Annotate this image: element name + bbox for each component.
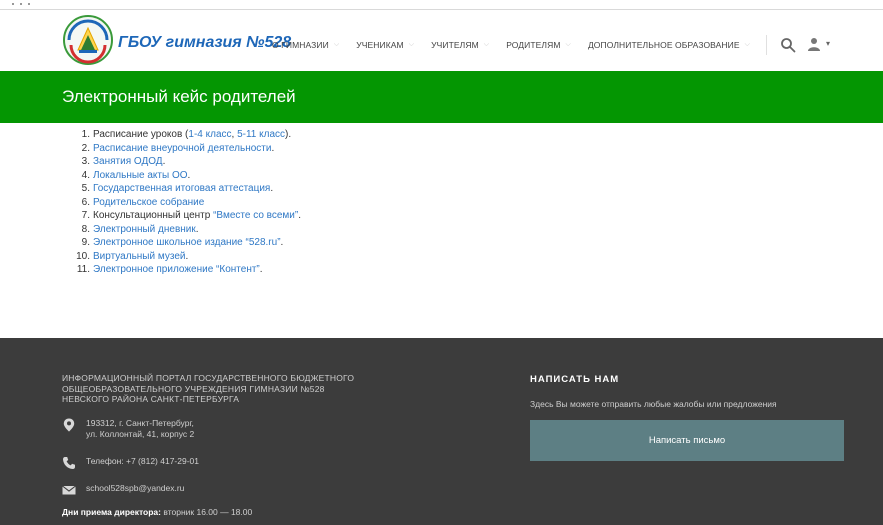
list-item-number: 3. xyxy=(81,156,90,167)
org-name-line: Информационный портал государственного б… xyxy=(62,373,355,383)
link-local-acts[interactable]: Локальные акты ОО xyxy=(93,170,188,181)
list-item: 1. Расписание уроков (1-4 класс, 5-11 кла… xyxy=(70,128,301,142)
parents-case-list: 1. Расписание уроков (1-4 класс, 5-11 кла… xyxy=(70,128,301,277)
main-content: 1. Расписание уроков (1-4 класс, 5-11 кла… xyxy=(0,123,883,338)
nav-item-teachers[interactable]: Учителям ⌵ xyxy=(431,40,489,50)
list-item-text: . xyxy=(187,169,191,181)
list-item: 5. Государственная итоговая аттестация. xyxy=(70,182,301,196)
link-schedule-1-4[interactable]: 1-4 класс xyxy=(188,129,231,140)
director-hours: Дни приема директора: вторник 16.00 — 18… xyxy=(62,507,252,517)
search-icon[interactable] xyxy=(780,37,796,53)
list-item: 9. Электронное школьное издание “528.ru”. xyxy=(70,236,301,250)
link-content-app[interactable]: Электронное приложение “Контент” xyxy=(93,264,260,275)
user-menu-chevron-icon[interactable]: ▾ xyxy=(826,39,830,48)
map-marker-icon xyxy=(63,418,75,432)
user-icon[interactable] xyxy=(807,37,821,51)
link-virtual-museum[interactable]: Виртуальный музей xyxy=(93,251,185,262)
list-item-text: . xyxy=(259,264,263,275)
list-item-number: 7. xyxy=(81,210,90,221)
page-title-banner: Электронный кейс родителей xyxy=(0,71,883,123)
org-name-line: Невского района Санкт-Петербурга xyxy=(62,394,240,404)
list-item-text: . xyxy=(280,237,284,248)
list-item-text: Расписание уроков ( xyxy=(93,129,189,140)
main-nav: О гимназии ⌵ Ученикам ⌵ Учителям ⌵ Родителя… xyxy=(272,38,767,52)
address-line: ул. Коллонтай, 41, корпус 2 xyxy=(86,429,195,439)
strip-dot xyxy=(28,3,30,5)
nav-item-label: Учителям xyxy=(431,40,479,50)
list-item: 3. Занятия ОДОД. xyxy=(70,155,301,169)
email-link[interactable]: school528spb@yandex.ru xyxy=(86,483,184,494)
address-text: 193312, г. Санкт-Петербург, ул. Коллонта… xyxy=(86,418,194,440)
nav-item-label: Ученикам xyxy=(356,40,404,50)
site-footer: Информационный портал государственного б… xyxy=(0,338,883,525)
link-consulting-center[interactable]: “Вместе со всеми” xyxy=(213,210,298,221)
list-item-number: 1. xyxy=(81,129,90,140)
write-us-heading: Написать нам xyxy=(530,374,620,385)
nav-item-about[interactable]: О гимназии ⌵ xyxy=(272,40,339,50)
list-item-text: . xyxy=(270,183,274,194)
list-item-text: . xyxy=(185,250,189,262)
address-line: 193312, г. Санкт-Петербург, xyxy=(86,418,194,428)
list-item: 2. Расписание внеурочной деятельности. xyxy=(70,142,301,156)
chevron-down-icon: ⌵ xyxy=(744,41,751,48)
list-item-text: . xyxy=(195,223,199,235)
list-item-text: . xyxy=(298,210,301,221)
hours-label: Дни приема директора: xyxy=(62,507,161,517)
list-item: 6. Родительское собрание xyxy=(70,196,301,210)
footer-email: school528spb@yandex.ru xyxy=(62,483,184,497)
list-item-text: . xyxy=(271,142,275,154)
list-item: 7. Консультационный центр “Вместе со всем… xyxy=(70,209,301,223)
strip-dot xyxy=(20,3,22,5)
nav-item-parents[interactable]: Родителям ⌵ xyxy=(506,40,571,50)
link-electronic-diary[interactable]: Электронный дневник xyxy=(93,224,196,235)
write-us-description: Здесь Вы можете отправить любые жалобы и… xyxy=(530,399,777,409)
chevron-down-icon: ⌵ xyxy=(565,41,571,48)
list-item-number: 11. xyxy=(76,264,90,275)
nav-item-label: Дополнительное образование xyxy=(587,40,740,50)
chevron-down-icon: ⌵ xyxy=(408,41,415,48)
nav-item-extra-education[interactable]: Дополнительное образование ⌵ xyxy=(588,40,750,50)
link-odod-classes[interactable]: Занятия ОДОД xyxy=(93,156,163,167)
footer-phone: Телефон: +7 (812) 417-29-01 xyxy=(62,456,199,470)
list-item-text: ). xyxy=(285,129,292,140)
list-item: 11. Электронное приложение “Контент”. xyxy=(70,263,301,277)
link-school-publication[interactable]: Электронное школьное издание “528.ru” xyxy=(93,237,281,248)
footer-org-name: Информационный портал государственного б… xyxy=(62,373,354,405)
list-item-number: 5. xyxy=(81,183,90,194)
list-item-text: Консультационный центр xyxy=(93,210,214,221)
site-header: ГБОУ гимназия №528 О гимназии ⌵ Ученикам ⌵… xyxy=(0,10,883,71)
page-title: Электронный кейс родителей xyxy=(62,87,296,106)
list-item: 10. Виртуальный музей. xyxy=(70,250,301,264)
phone-icon xyxy=(63,457,75,469)
link-parent-meeting[interactable]: Родительское собрание xyxy=(93,197,204,208)
site-brand-title[interactable]: ГБОУ гимназия №528 xyxy=(118,34,291,52)
school-emblem-logo[interactable] xyxy=(62,14,114,66)
list-item-number: 8. xyxy=(81,223,90,235)
chevron-down-icon: ⌵ xyxy=(483,41,490,48)
list-item-number: 9. xyxy=(81,237,90,248)
browser-top-strip xyxy=(0,0,883,10)
nav-item-students[interactable]: Ученикам ⌵ xyxy=(356,40,414,50)
link-schedule-5-11[interactable]: 5-11 класс xyxy=(237,129,285,140)
hours-value: вторник 16.00 — 18.00 xyxy=(161,507,253,517)
list-item-number: 4. xyxy=(81,169,90,181)
nav-item-label: Родителям xyxy=(506,40,561,50)
org-name-line: общеобразовательного учреждения гимназии… xyxy=(62,383,325,394)
link-state-final-certification[interactable]: Государственная итоговая аттестация xyxy=(93,183,270,194)
phone-text: Телефон: +7 (812) 417-29-01 xyxy=(86,456,199,466)
chevron-down-icon: ⌵ xyxy=(333,41,340,48)
list-item: 8. Электронный дневник. xyxy=(70,223,301,237)
link-extracurricular-schedule[interactable]: Расписание внеурочной деятельности xyxy=(93,143,271,154)
list-item-number: 2. xyxy=(81,142,90,154)
nav-item-label: О гимназии xyxy=(272,40,329,50)
list-item-text: . xyxy=(162,156,166,167)
list-item-number: 10. xyxy=(76,250,90,262)
write-letter-button[interactable]: Написать письмо xyxy=(530,420,844,461)
footer-address: 193312, г. Санкт-Петербург, ул. Коллонта… xyxy=(62,418,194,440)
nav-divider xyxy=(766,35,767,55)
list-item: 4. Локальные акты ОО. xyxy=(70,169,301,183)
strip-dot xyxy=(12,3,14,5)
list-item-number: 6. xyxy=(81,196,90,208)
envelope-icon xyxy=(62,485,76,495)
